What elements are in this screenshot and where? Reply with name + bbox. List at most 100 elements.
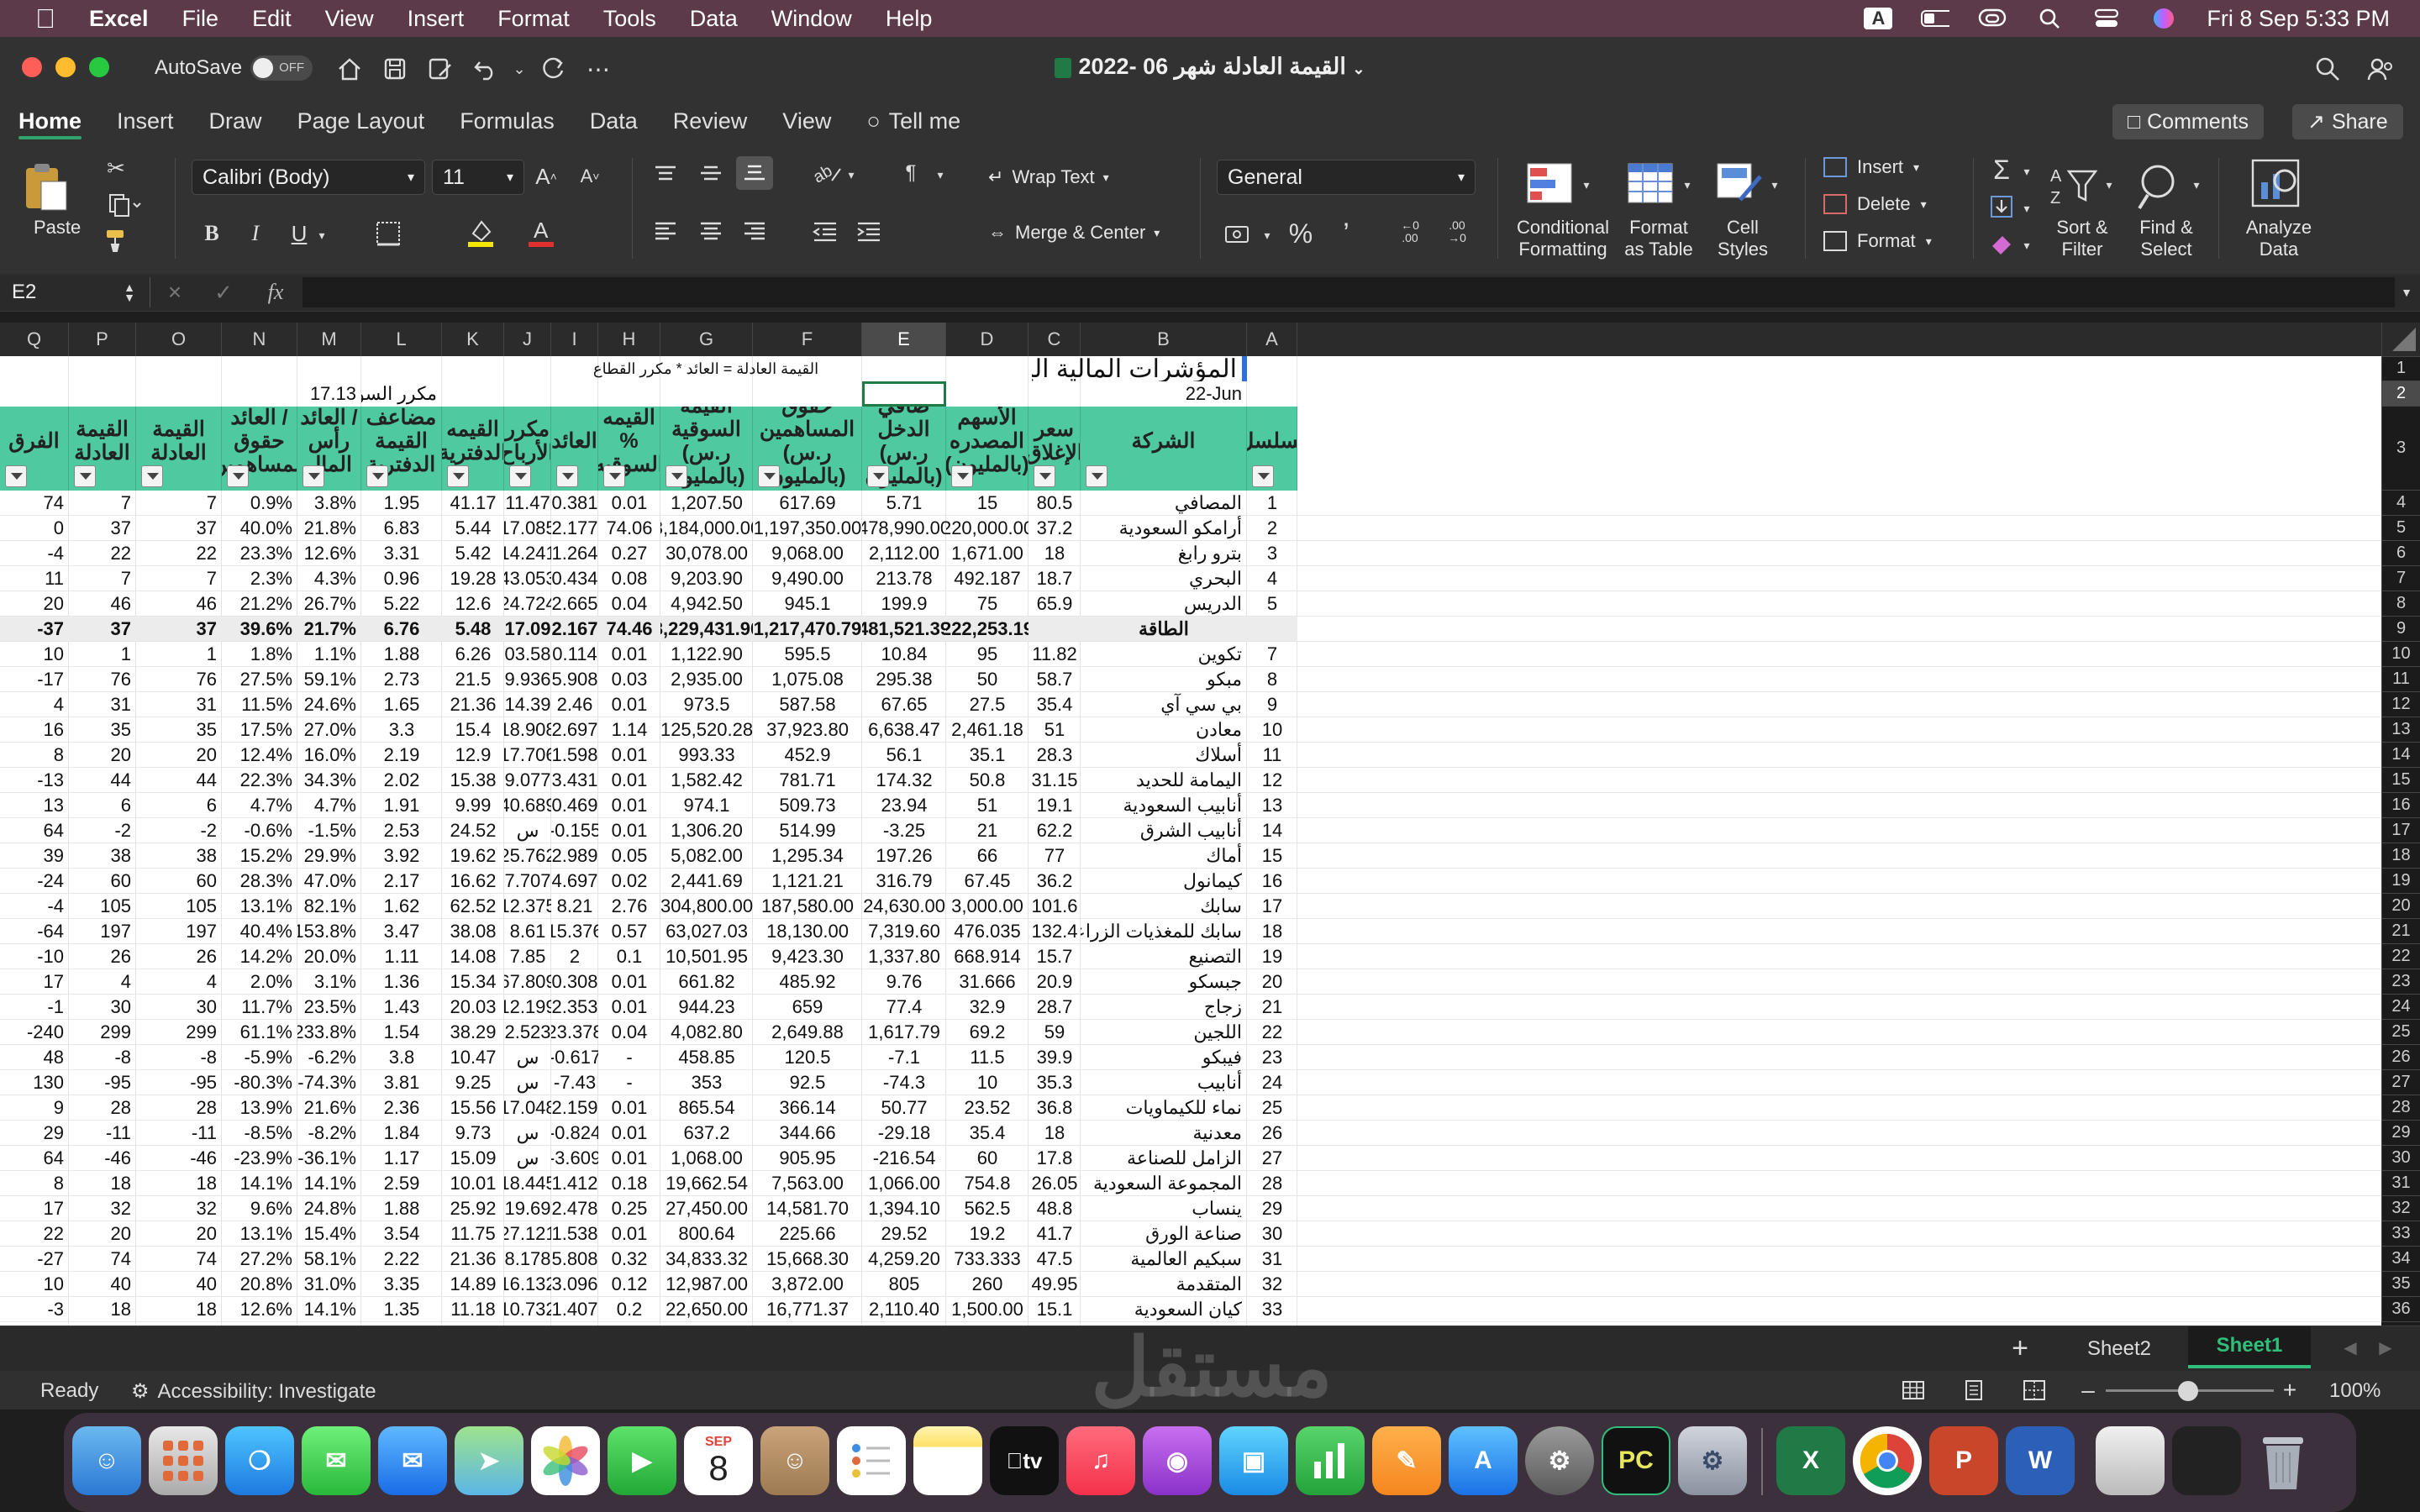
cell-n[interactable]: -80.3% bbox=[222, 1070, 297, 1095]
zoom-out-icon[interactable]: – bbox=[2075, 1376, 2101, 1404]
cell-a[interactable]: 26 bbox=[1247, 1121, 1297, 1146]
column-header-h[interactable]: H bbox=[598, 323, 660, 356]
company-name-cell[interactable]: التصنيع bbox=[1081, 944, 1247, 969]
chrome-icon[interactable] bbox=[1853, 1426, 1922, 1495]
cell-n[interactable]: 22.3% bbox=[222, 768, 297, 793]
cell-o[interactable]: 197 bbox=[136, 919, 222, 944]
cell-l[interactable]: 5.22 bbox=[361, 591, 442, 617]
chevron-down-icon[interactable]: ▾ bbox=[2190, 175, 2203, 195]
chevron-down-icon[interactable]: ▾ bbox=[2102, 175, 2116, 195]
apple-tv-icon[interactable]: tv bbox=[990, 1426, 1059, 1495]
cell-k[interactable]: 21.36 bbox=[442, 692, 504, 717]
cell-d[interactable]: 492.187 bbox=[946, 566, 1028, 591]
cell-d[interactable]: 35.1 bbox=[946, 743, 1028, 768]
cell-l[interactable]: 2.53 bbox=[361, 818, 442, 843]
decrease-decimal-icon[interactable]: .00 →0 bbox=[1439, 213, 1476, 250]
column-header-g[interactable]: G bbox=[660, 323, 753, 356]
cell-l[interactable]: 1.43 bbox=[361, 995, 442, 1020]
cell-m[interactable]: 82.1% bbox=[297, 894, 361, 919]
cell-c[interactable]: 36.8 bbox=[1028, 1095, 1081, 1121]
row-header-36[interactable]: 36 bbox=[2381, 1297, 2420, 1322]
row-header-34[interactable]: 34 bbox=[2381, 1247, 2420, 1272]
cell-d[interactable]: 260 bbox=[946, 1272, 1028, 1297]
cell-c[interactable]: 15.1 bbox=[1028, 1297, 1081, 1322]
chevron-down-icon[interactable]: ▾ bbox=[1260, 225, 1274, 245]
cell-i[interactable]: 2.478 bbox=[551, 1196, 598, 1221]
cell-m[interactable]: -74.3% bbox=[297, 1070, 361, 1095]
cell-c[interactable]: 48.8 bbox=[1028, 1196, 1081, 1221]
column-header-i[interactable]: I bbox=[551, 323, 598, 356]
font-name-select[interactable]: Calibri (Body) ▾ bbox=[192, 160, 425, 195]
cell-q[interactable]: 64 bbox=[0, 1146, 69, 1171]
cell-a[interactable]: 11 bbox=[1247, 743, 1297, 768]
cell-l[interactable]: 3.35 bbox=[361, 1272, 442, 1297]
cell-k[interactable]: 41.17 bbox=[442, 491, 504, 516]
cell-i[interactable]: 1.407 bbox=[551, 1297, 598, 1322]
cell-m[interactable]: 47.0% bbox=[297, 869, 361, 894]
word-icon[interactable]: W bbox=[2006, 1426, 2075, 1495]
cell-m[interactable]: 16.0% bbox=[297, 743, 361, 768]
excel-icon[interactable]: X bbox=[1776, 1426, 1845, 1495]
contacts-icon[interactable]: ☺ bbox=[760, 1426, 829, 1495]
cell-l[interactable]: 1.17 bbox=[361, 1146, 442, 1171]
cell-p[interactable]: 7 bbox=[69, 566, 136, 591]
cell-k[interactable]: 16.62 bbox=[442, 869, 504, 894]
column-header-b[interactable]: B bbox=[1081, 323, 1247, 356]
zoom-level[interactable]: 100% bbox=[2329, 1379, 2381, 1403]
cancel-entry-icon[interactable]: × bbox=[161, 279, 188, 306]
cell-l[interactable]: 1.91 bbox=[361, 793, 442, 818]
cell-o[interactable]: 4 bbox=[136, 969, 222, 995]
cell-n[interactable]: 17.5% bbox=[222, 717, 297, 743]
cell-g[interactable]: 63,027.03 bbox=[660, 919, 753, 944]
row-header-30[interactable]: 30 bbox=[2381, 1146, 2420, 1171]
cell-k[interactable]: 6.26 bbox=[442, 642, 504, 667]
cell-h[interactable]: 0.01 bbox=[598, 1146, 660, 1171]
cell-e[interactable]: 5.71 bbox=[862, 491, 946, 516]
cell-f[interactable]: 514.99 bbox=[753, 818, 862, 843]
cell-c[interactable]: 49.95 bbox=[1028, 1272, 1081, 1297]
cell-q[interactable]: 16 bbox=[0, 717, 69, 743]
column-header-p[interactable]: P bbox=[69, 323, 136, 356]
cell-c[interactable]: 39.9 bbox=[1028, 1045, 1081, 1070]
cell-styles-button[interactable]: Cell Styles bbox=[1699, 217, 1786, 260]
delete-cells-button[interactable]: Delete ▾ bbox=[1823, 193, 1927, 215]
filter-dropdown-icon[interactable] bbox=[556, 465, 578, 487]
formula-input[interactable] bbox=[302, 277, 2395, 307]
cell-p[interactable]: -95 bbox=[69, 1070, 136, 1095]
cell-p[interactable]: 18 bbox=[69, 1171, 136, 1196]
cell-e[interactable]: 1,394.10 bbox=[862, 1196, 946, 1221]
cut-scissors-icon[interactable]: ✂ bbox=[101, 153, 131, 183]
cell-l[interactable]: 1.11 bbox=[361, 944, 442, 969]
cell-c[interactable]: 28.7 bbox=[1028, 995, 1081, 1020]
cell-p[interactable]: 299 bbox=[69, 1020, 136, 1045]
cell-m[interactable]: 4.3% bbox=[297, 566, 361, 591]
menu-tools[interactable]: Tools bbox=[603, 6, 656, 32]
notes-icon[interactable] bbox=[913, 1426, 982, 1495]
keynote-icon[interactable]: ▣ bbox=[1219, 1426, 1288, 1495]
cell-m[interactable]: 24.8% bbox=[297, 1196, 361, 1221]
chevron-down-icon[interactable]: ▾ bbox=[1681, 175, 1694, 195]
align-center-icon[interactable] bbox=[696, 218, 726, 244]
cell-p[interactable]: -46 bbox=[69, 1146, 136, 1171]
cell-k[interactable]: 21.36 bbox=[442, 1247, 504, 1272]
cell-e[interactable]: -74.3 bbox=[862, 1070, 946, 1095]
cell-f[interactable]: 9,068.00 bbox=[753, 541, 862, 566]
cell-i[interactable]: 1.412 bbox=[551, 1171, 598, 1196]
company-name-cell[interactable]: الطاقة bbox=[1081, 617, 1247, 642]
cell-f[interactable]: 14,581.70 bbox=[753, 1196, 862, 1221]
cell-l[interactable]: 1.36 bbox=[361, 969, 442, 995]
cell-p[interactable]: 6 bbox=[69, 793, 136, 818]
cell-m[interactable]: 3.1% bbox=[297, 969, 361, 995]
cell-m[interactable]: -1.5% bbox=[297, 818, 361, 843]
cell-k[interactable]: 10.01 bbox=[442, 1171, 504, 1196]
utility-gear-icon[interactable]: ⚙ bbox=[1678, 1426, 1747, 1495]
cell-c[interactable]: 35.4 bbox=[1028, 692, 1081, 717]
company-name-cell[interactable]: نماء للكيماويات bbox=[1081, 1095, 1247, 1121]
cell-p[interactable]: 28 bbox=[69, 1095, 136, 1121]
cell-styles-icon[interactable] bbox=[1714, 160, 1765, 207]
cell-e[interactable]: 197.26 bbox=[862, 843, 946, 869]
menu-window[interactable]: Window bbox=[771, 6, 852, 32]
row-header-9[interactable]: 9 bbox=[2381, 617, 2420, 642]
cell-j[interactable]: 7.707 bbox=[504, 869, 551, 894]
cell-a[interactable]: 33 bbox=[1247, 1297, 1297, 1322]
